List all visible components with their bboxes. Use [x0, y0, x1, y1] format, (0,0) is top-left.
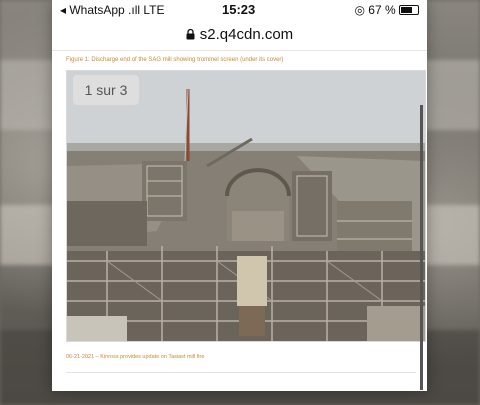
url-text: s2.q4cdn.com — [199, 26, 294, 43]
clock: 15:23 — [222, 2, 256, 17]
battery-icon — [399, 5, 419, 15]
address-bar[interactable]: s2.q4cdn.com — [52, 20, 427, 51]
phone-screen: ◂ WhatsApp .ıll LTE 15:23 ◎ 67 % s2.q4cd… — [52, 0, 427, 391]
lock-icon — [186, 21, 195, 40]
carrier-status: ◂ WhatsApp .ıll LTE — [60, 3, 165, 17]
scroll-indicator — [420, 105, 423, 390]
gallery-counter: 1 sur 3 — [73, 75, 139, 105]
status-bar: ◂ WhatsApp .ıll LTE 15:23 ◎ 67 % — [52, 0, 427, 20]
battery-label: ◎ 67 % — [354, 3, 396, 17]
mill-photo[interactable]: 1 sur 3 — [66, 70, 426, 342]
figure-caption: Figure 1: Discharge end of the SAG mill … — [66, 57, 284, 63]
news-link[interactable]: 06-21-2021 – Kinross provides update on … — [66, 354, 204, 360]
battery-status: ◎ 67 % — [354, 3, 419, 17]
divider — [66, 372, 416, 373]
